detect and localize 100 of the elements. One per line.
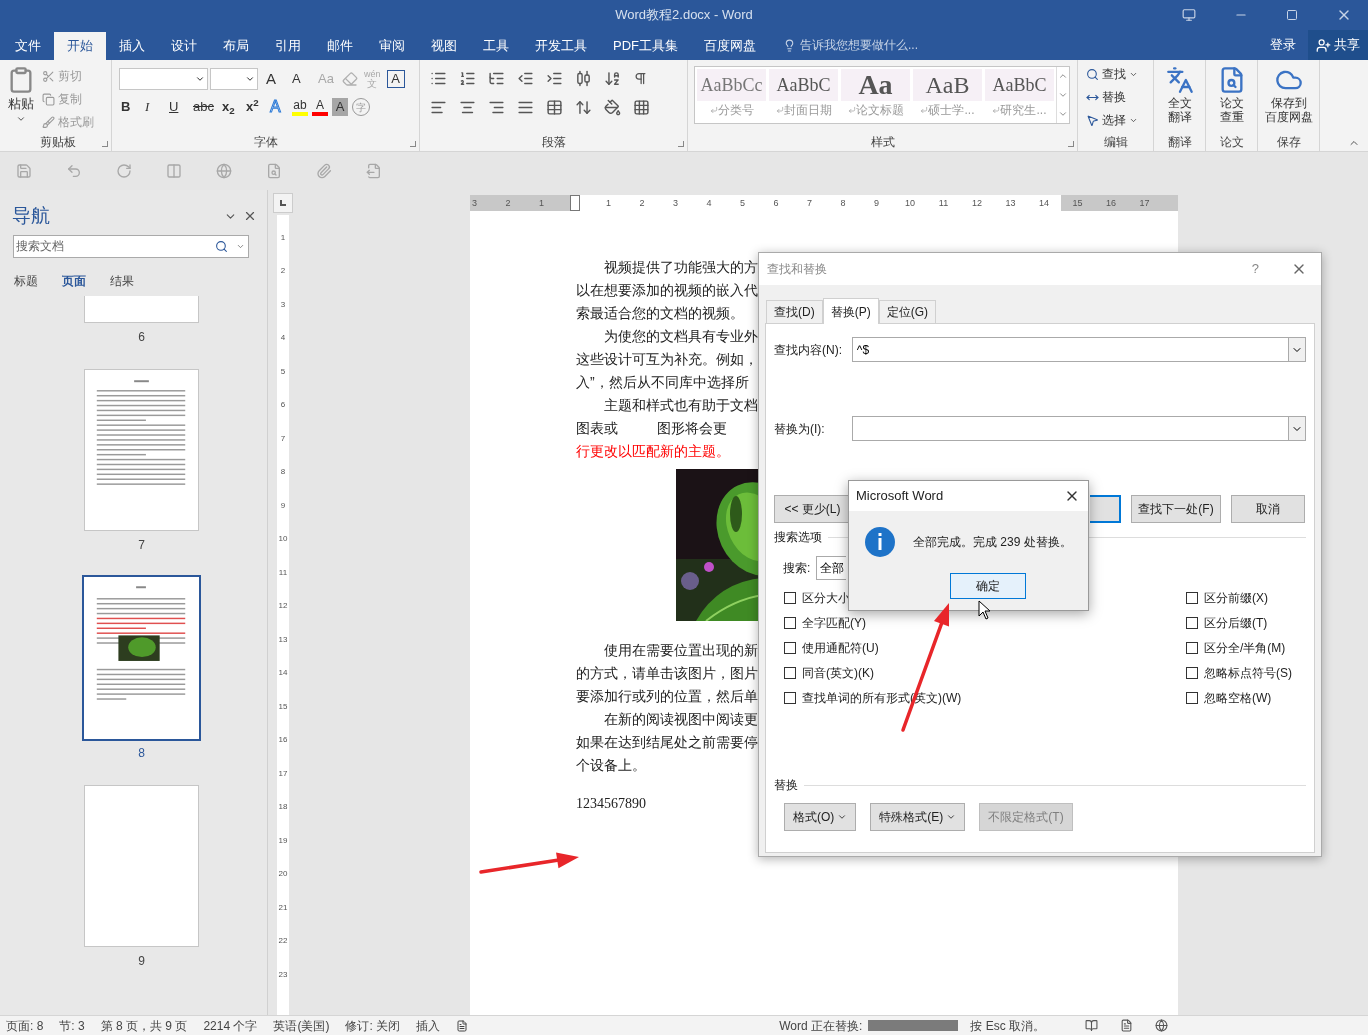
find-field[interactable]: ^$ [851,337,1288,362]
pilcrow-icon[interactable] [633,71,648,86]
ribbon-tab[interactable]: 开始 [54,32,106,60]
status-item[interactable]: 英语(美国) [273,1016,330,1035]
dialog-launcher-icon[interactable] [1068,141,1074,147]
checkbox[interactable] [1186,666,1198,679]
ribbon-tab[interactable]: 文件 [2,32,54,60]
ribbon-tab[interactable]: 插入 [106,32,158,60]
tab-selector-icon[interactable] [273,193,293,213]
nav-tab[interactable]: 页面 [52,271,96,290]
checkbox[interactable] [784,641,796,654]
character-border-button[interactable]: A [386,70,405,88]
checkbox[interactable] [784,591,796,604]
borders-icon[interactable] [633,99,650,116]
ribbon-large-button[interactable]: 全文 翻译 [1154,60,1205,133]
ribbon-tab[interactable]: 引用 [262,32,314,60]
ribbon-tab[interactable]: 审阅 [366,32,418,60]
align-left-icon[interactable] [430,99,447,116]
format-button[interactable]: 格式(O) [784,803,857,831]
help-button[interactable]: ? [1251,259,1259,279]
status-item[interactable]: 页面: 8 [6,1016,44,1035]
layout-icon[interactable] [575,70,592,87]
ribbon-display-icon[interactable] [1182,8,1196,22]
ribbon-tab[interactable]: 百度网盘 [691,32,769,60]
read-mode-icon[interactable] [1085,1019,1098,1032]
sign-in-button[interactable]: 登录 [1258,35,1308,55]
dialog-launcher-icon[interactable] [410,141,416,147]
dropdown-button[interactable] [1288,416,1306,441]
checkbox[interactable] [1186,591,1198,604]
less-button[interactable]: << 更少(L) [774,495,851,523]
ribbon-tab[interactable]: 设计 [158,32,210,60]
bullets-icon[interactable] [430,70,447,87]
indent-marker-icon[interactable] [570,195,580,211]
ribbon-large-button[interactable]: 论文 查重 [1206,60,1257,133]
increase-indent-icon[interactable] [546,70,563,87]
page-thumbnail[interactable] [84,784,199,947]
ribbon-tab[interactable]: 邮件 [314,32,366,60]
nav-tab[interactable]: 标题 [4,271,48,290]
ribbon-tab[interactable]: 布局 [210,32,262,60]
nav-tab[interactable]: 结果 [100,271,144,290]
multilevel-list-icon[interactable] [488,70,505,87]
macro-icon[interactable] [456,1019,469,1032]
ribbon-tab[interactable]: 工具 [470,32,522,60]
status-item[interactable]: 节: 3 [59,1016,85,1035]
find-next-button[interactable]: 查找下一处(F) [1131,495,1221,523]
line-spacing-icon[interactable] [575,99,592,116]
font-color-button[interactable]: A [311,96,328,118]
bold-button[interactable]: B [119,96,139,118]
checkbox[interactable] [1186,691,1198,704]
justify-icon[interactable] [517,99,534,116]
ribbon-tab[interactable]: PDF工具集 [600,32,691,60]
checkbox[interactable] [784,666,796,679]
status-item[interactable]: 第 8 页，共 9 页 [100,1016,188,1035]
web-layout-icon[interactable] [1155,1019,1168,1032]
font-size-field[interactable] [210,68,258,90]
tell-me-field[interactable]: 告诉我您想要做什么... [800,36,1000,54]
page-thumbnail[interactable] [84,295,199,323]
status-item[interactable]: 修订: 关闭 [345,1016,401,1035]
checkbox[interactable] [1186,616,1198,629]
ribbon-tab[interactable]: 开发工具 [522,32,600,60]
dialog-launcher-icon[interactable] [678,141,684,147]
dropdown-button[interactable] [1288,337,1306,362]
underline-button[interactable]: U [167,96,187,118]
align-center-icon[interactable] [459,99,476,116]
share-button[interactable]: 共享 [1308,30,1368,60]
dialog-launcher-icon[interactable] [102,141,108,147]
ribbon-tab[interactable]: 视图 [418,32,470,60]
checkbox[interactable] [784,616,796,629]
character-shading-button[interactable]: A [331,98,348,116]
numbering-icon[interactable] [459,70,476,87]
highlight-button[interactable]: ab [291,96,308,118]
editing-command[interactable]: 选择 [1086,110,1138,130]
status-item[interactable]: 插入 [416,1016,441,1035]
script-button[interactable]: x$_{2}$ [219,96,240,118]
align-right-icon[interactable] [488,99,505,116]
status-item[interactable]: 2214 个字 [203,1016,258,1035]
paint-bucket-icon[interactable] [604,99,621,116]
decrease-indent-icon[interactable] [517,70,534,87]
ribbon-large-button[interactable]: 保存到 百度网盘 [1258,60,1319,133]
checkbox[interactable] [784,691,796,704]
strikethrough-button[interactable]: abc [191,96,216,118]
editing-command[interactable]: 替换 [1086,87,1138,107]
grow-font-button[interactable]: A [264,68,284,90]
editing-command[interactable]: 查找 [1086,64,1138,84]
dialog-tab[interactable]: 替换(P) [822,298,879,324]
paste-button[interactable]: 粘贴 [4,66,38,133]
maximize-icon[interactable] [1286,9,1298,21]
checkbox[interactable] [1186,641,1198,654]
dialog-tab[interactable]: 定位(G) [878,300,936,323]
shrink-font-button[interactable]: A [290,68,310,90]
search-direction-dropdown[interactable]: 全部 [816,556,847,580]
format-button[interactable]: 特殊格式(E) [870,803,966,831]
italic-button[interactable]: I [143,96,163,118]
dialog-tab[interactable]: 查找(D) [766,300,823,323]
print-layout-icon[interactable] [1120,1019,1133,1032]
sort-icon[interactable] [604,70,621,87]
cancel-button[interactable]: 取消 [1231,495,1305,523]
ok-button[interactable]: 确定 [949,573,1026,599]
font-name-field[interactable] [119,68,208,90]
script-button[interactable]: x$^{2}$ [243,96,264,118]
